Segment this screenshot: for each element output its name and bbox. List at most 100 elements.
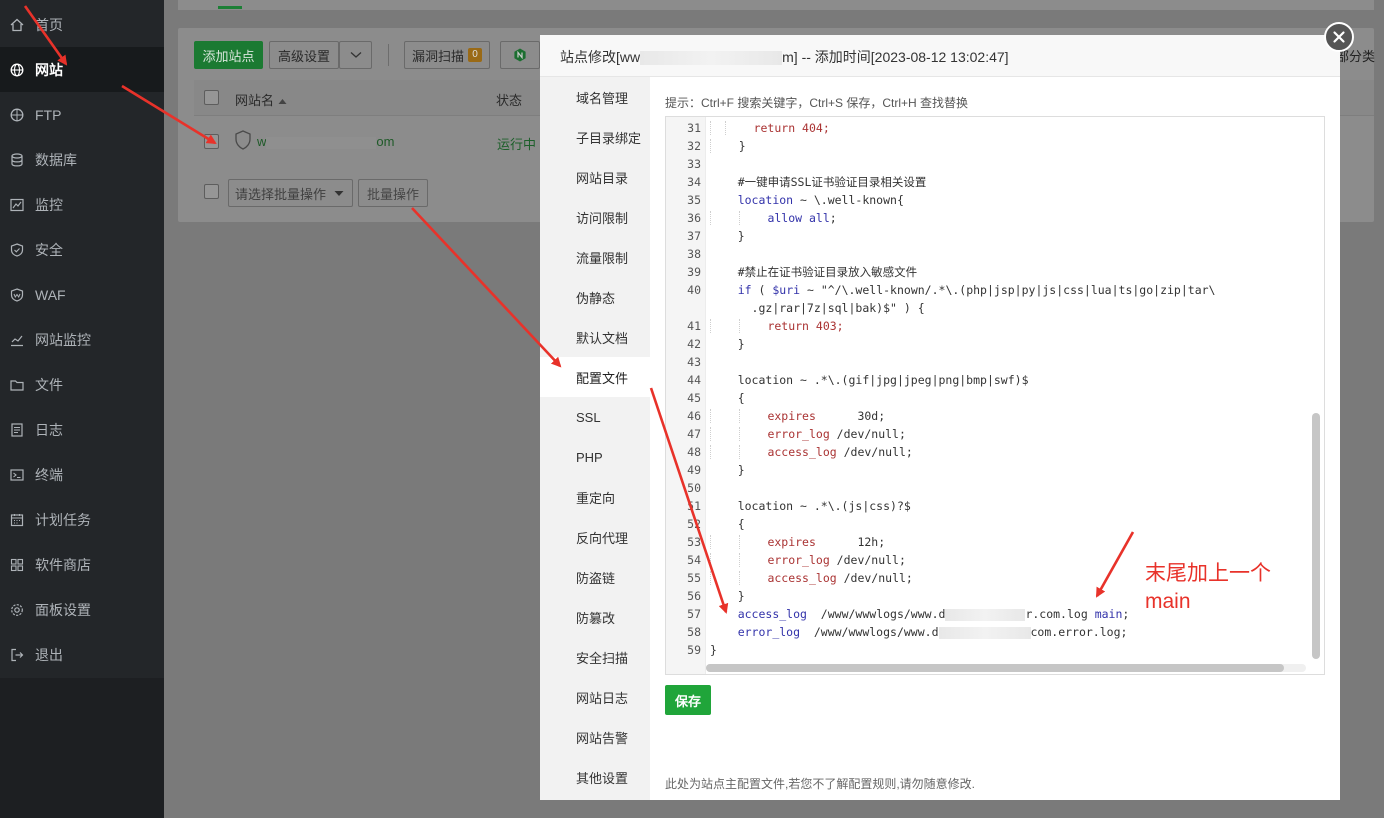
nginx-button[interactable] xyxy=(500,41,540,69)
batch-apply-button[interactable]: 批量操作 xyxy=(358,179,428,207)
nav-item-app-store[interactable]: 软件商店 xyxy=(0,542,164,587)
nav-item-files[interactable]: 文件 xyxy=(0,362,164,407)
tab-reverse-proxy[interactable]: 反向代理 xyxy=(540,517,650,557)
code-line: 41 return 403; xyxy=(666,317,1312,335)
code-token: } xyxy=(737,337,745,351)
code-token: } xyxy=(737,589,745,603)
line-number: 33 xyxy=(687,157,701,171)
code-token: access_log xyxy=(767,445,837,459)
tab-default-doc[interactable]: 默认文档 xyxy=(540,317,650,357)
chart-icon xyxy=(10,333,24,347)
col-status[interactable]: 状态 xyxy=(496,90,522,109)
calendar-icon xyxy=(10,513,24,527)
code-line: 44 location ~ .*\.(gif|jpg|jpeg|png|bmp|… xyxy=(666,371,1312,389)
logout-icon xyxy=(10,648,24,662)
tab-traffic-limit[interactable]: 流量限制 xyxy=(540,237,650,277)
tab-ssl[interactable]: SSL xyxy=(540,397,650,437)
code-token: error_log xyxy=(737,625,801,639)
code-line: 42 } xyxy=(666,335,1312,353)
batch-select[interactable]: 请选择批量操作 xyxy=(228,179,353,207)
vuln-scan-button[interactable]: 漏洞扫描 0 xyxy=(404,41,490,69)
code-token: com.error.log; xyxy=(1030,625,1128,639)
row-site-suffix: om xyxy=(376,134,395,149)
row-status[interactable]: 运行中 xyxy=(497,134,536,153)
nav-item-cron[interactable]: 计划任务 xyxy=(0,497,164,542)
nav-item-home[interactable]: 首页 xyxy=(0,2,164,47)
nav-item-monitor[interactable]: 监控 xyxy=(0,182,164,227)
line-number: 56 xyxy=(687,589,701,603)
code-token: location ~ .*\.(js|css)?$ xyxy=(737,499,911,513)
row-site-name[interactable]: w om xyxy=(257,134,394,149)
code-token: expires xyxy=(767,409,816,423)
advanced-dropdown-button[interactable] xyxy=(339,41,372,69)
code-text: access_log /dev/null; xyxy=(710,569,913,587)
tab-site-log[interactable]: 网站日志 xyxy=(540,677,650,717)
code-line: 39 #禁止在证书验证目录放入敏感文件 xyxy=(666,263,1312,281)
tab-site-dir[interactable]: 网站目录 xyxy=(540,157,650,197)
apps-icon xyxy=(10,558,24,572)
code-token: $uri xyxy=(772,283,801,297)
globe-icon xyxy=(10,63,24,77)
nav-item-security[interactable]: 安全 xyxy=(0,227,164,272)
modal-close-button[interactable] xyxy=(1324,22,1354,52)
tab-php[interactable]: PHP xyxy=(540,437,650,477)
modal-title-suffix: m] -- 添加时间[2023-08-12 13:02:47] xyxy=(782,49,1009,65)
tab-other-settings[interactable]: 其他设置 xyxy=(540,757,650,797)
tab-security-scan[interactable]: 安全扫描 xyxy=(540,637,650,677)
nav-item-website[interactable]: 网站 xyxy=(0,47,164,92)
tab-bar xyxy=(178,0,1374,10)
tab-redirect[interactable]: 重定向 xyxy=(540,477,650,517)
vertical-scrollbar[interactable] xyxy=(1312,413,1320,659)
vuln-scan-label: 漏洞扫描 xyxy=(411,48,464,64)
vuln-count-badge: 0 xyxy=(468,48,482,62)
line-number: 53 xyxy=(687,535,701,549)
tab-subdir-binding[interactable]: 子目录绑定 xyxy=(540,117,650,157)
batch-checkbox[interactable] xyxy=(204,184,219,199)
code-token: } xyxy=(737,229,745,243)
line-number: 34 xyxy=(687,175,701,189)
caret-down-icon xyxy=(334,191,344,196)
nav-item-waf[interactable]: WAF xyxy=(0,272,164,317)
modal-title-prefix: 站点修改[ww xyxy=(560,49,641,65)
code-text: #一键申请SSL证书验证目录相关设置 xyxy=(710,173,927,191)
log-icon xyxy=(10,422,24,437)
tab-rewrite[interactable]: 伪静态 xyxy=(540,277,650,317)
advanced-settings-button[interactable]: 高级设置 xyxy=(269,41,339,69)
line-number: 48 xyxy=(687,445,701,459)
nav-item-ftp[interactable]: FTP xyxy=(0,92,164,137)
save-button[interactable]: 保存 xyxy=(665,685,711,715)
code-text: #禁止在证书验证目录放入敏感文件 xyxy=(710,263,917,281)
line-number: 43 xyxy=(687,355,701,369)
nav-item-database[interactable]: 数据库 xyxy=(0,137,164,182)
nav-label: 软件商店 xyxy=(35,556,91,573)
sort-up-icon xyxy=(278,99,287,104)
nginx-icon xyxy=(514,48,526,62)
line-number: 31 xyxy=(687,121,701,135)
code-line: 59} xyxy=(666,641,1312,659)
tab-domain[interactable]: 域名管理 xyxy=(540,77,650,117)
tab-config-file[interactable]: 配置文件 xyxy=(540,357,650,397)
code-line: 31 return 404; xyxy=(666,119,1312,137)
nav-item-logs[interactable]: 日志 xyxy=(0,407,164,452)
tab-access-limit[interactable]: 访问限制 xyxy=(540,197,650,237)
select-all-checkbox[interactable] xyxy=(204,90,219,105)
col-site-name[interactable]: 网站名 xyxy=(235,90,287,109)
tab-tamper-proof[interactable]: 防篡改 xyxy=(540,597,650,637)
code-token: ; xyxy=(1122,607,1130,621)
modal-title: 站点修改[ww m] -- 添加时间[2023-08-12 13:02:47] xyxy=(560,47,1009,67)
nav-item-settings[interactable]: 面板设置 xyxy=(0,587,164,632)
nav-item-logout[interactable]: 退出 xyxy=(0,632,164,677)
nav-item-site-monitor[interactable]: 网站监控 xyxy=(0,317,164,362)
code-token: expires xyxy=(767,535,816,549)
nav-item-terminal[interactable]: 终端 xyxy=(0,452,164,497)
code-text: error_log /www/wwwlogs/www.d com.error.lo… xyxy=(710,623,1128,641)
close-icon xyxy=(1333,31,1345,43)
code-line: 53 expires 12h; xyxy=(666,533,1312,551)
horizontal-scrollbar[interactable] xyxy=(706,664,1284,672)
row-checkbox[interactable] xyxy=(204,134,219,149)
add-site-button[interactable]: 添加站点 xyxy=(194,41,263,69)
code-text: if ( $uri ~ "^/\.well-known/.*\.(php|jsp… xyxy=(710,281,1216,299)
tab-hotlink[interactable]: 防盗链 xyxy=(540,557,650,597)
code-text: .gz|rar|7z|sql|bak)$" ) { xyxy=(710,299,925,317)
tab-site-alert[interactable]: 网站告警 xyxy=(540,717,650,757)
